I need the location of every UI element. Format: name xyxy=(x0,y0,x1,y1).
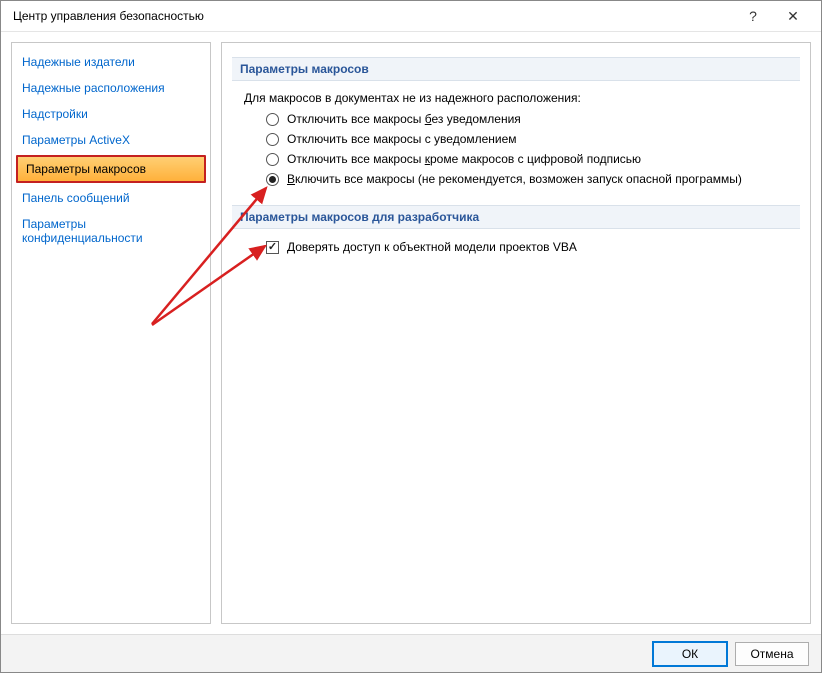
nav-message-bar[interactable]: Панель сообщений xyxy=(12,185,210,211)
window-title: Центр управления безопасностью xyxy=(13,9,733,23)
radio-label: Отключить все макросы с уведомлением xyxy=(287,131,517,147)
close-button[interactable]: ✕ xyxy=(773,5,813,27)
checkbox-label: Доверять доступ к объектной модели проек… xyxy=(287,239,577,255)
macro-option-disable-no-notify[interactable]: Отключить все макросы без уведомления xyxy=(266,111,794,127)
macro-options-group: Отключить все макросы без уведомления От… xyxy=(266,111,794,187)
macro-settings-description: Для макросов в документах не из надежног… xyxy=(244,91,794,105)
nav-trusted-locations[interactable]: Надежные расположения xyxy=(12,75,210,101)
macro-settings-header: Параметры макросов xyxy=(232,57,800,81)
developer-macro-section: Параметры макросов для разработчика Дове… xyxy=(238,205,794,255)
cancel-button[interactable]: Отмена xyxy=(735,642,809,666)
navigation-panel: Надежные издатели Надежные расположения … xyxy=(11,42,211,624)
help-button[interactable]: ? xyxy=(733,5,773,27)
dialog-body: Надежные издатели Надежные расположения … xyxy=(1,32,821,634)
close-icon: ✕ xyxy=(787,8,799,25)
titlebar: Центр управления безопасностью ? ✕ xyxy=(1,1,821,32)
radio-icon xyxy=(266,133,279,146)
content-panel: Параметры макросов Для макросов в докуме… xyxy=(221,42,811,624)
radio-label: Включить все макросы (не рекомендуется, … xyxy=(287,171,742,187)
help-icon: ? xyxy=(749,8,757,24)
developer-macro-header: Параметры макросов для разработчика xyxy=(232,205,800,229)
trust-vba-checkbox-row[interactable]: Доверять доступ к объектной модели проек… xyxy=(266,239,794,255)
dialog-button-bar: ОК Отмена xyxy=(1,634,821,672)
nav-macro-settings[interactable]: Параметры макросов xyxy=(12,153,210,185)
macro-option-disable-notify[interactable]: Отключить все макросы с уведомлением xyxy=(266,131,794,147)
radio-icon xyxy=(266,113,279,126)
nav-privacy-options[interactable]: Параметры конфиденциальности xyxy=(12,211,210,251)
macro-option-disable-except-signed[interactable]: Отключить все макросы кроме макросов с ц… xyxy=(266,151,794,167)
radio-label: Отключить все макросы кроме макросов с ц… xyxy=(287,151,641,167)
checkbox-icon xyxy=(266,241,279,254)
radio-icon xyxy=(266,173,279,186)
ok-button[interactable]: ОК xyxy=(653,642,727,666)
nav-macro-settings-label: Параметры макросов xyxy=(16,155,206,183)
macro-option-enable-all[interactable]: Включить все макросы (не рекомендуется, … xyxy=(266,171,794,187)
radio-label: Отключить все макросы без уведомления xyxy=(287,111,521,127)
titlebar-controls: ? ✕ xyxy=(733,5,813,27)
nav-trusted-publishers[interactable]: Надежные издатели xyxy=(12,49,210,75)
nav-activex-settings[interactable]: Параметры ActiveX xyxy=(12,127,210,153)
trust-center-dialog: Центр управления безопасностью ? ✕ Надеж… xyxy=(0,0,822,673)
radio-icon xyxy=(266,153,279,166)
nav-addins[interactable]: Надстройки xyxy=(12,101,210,127)
